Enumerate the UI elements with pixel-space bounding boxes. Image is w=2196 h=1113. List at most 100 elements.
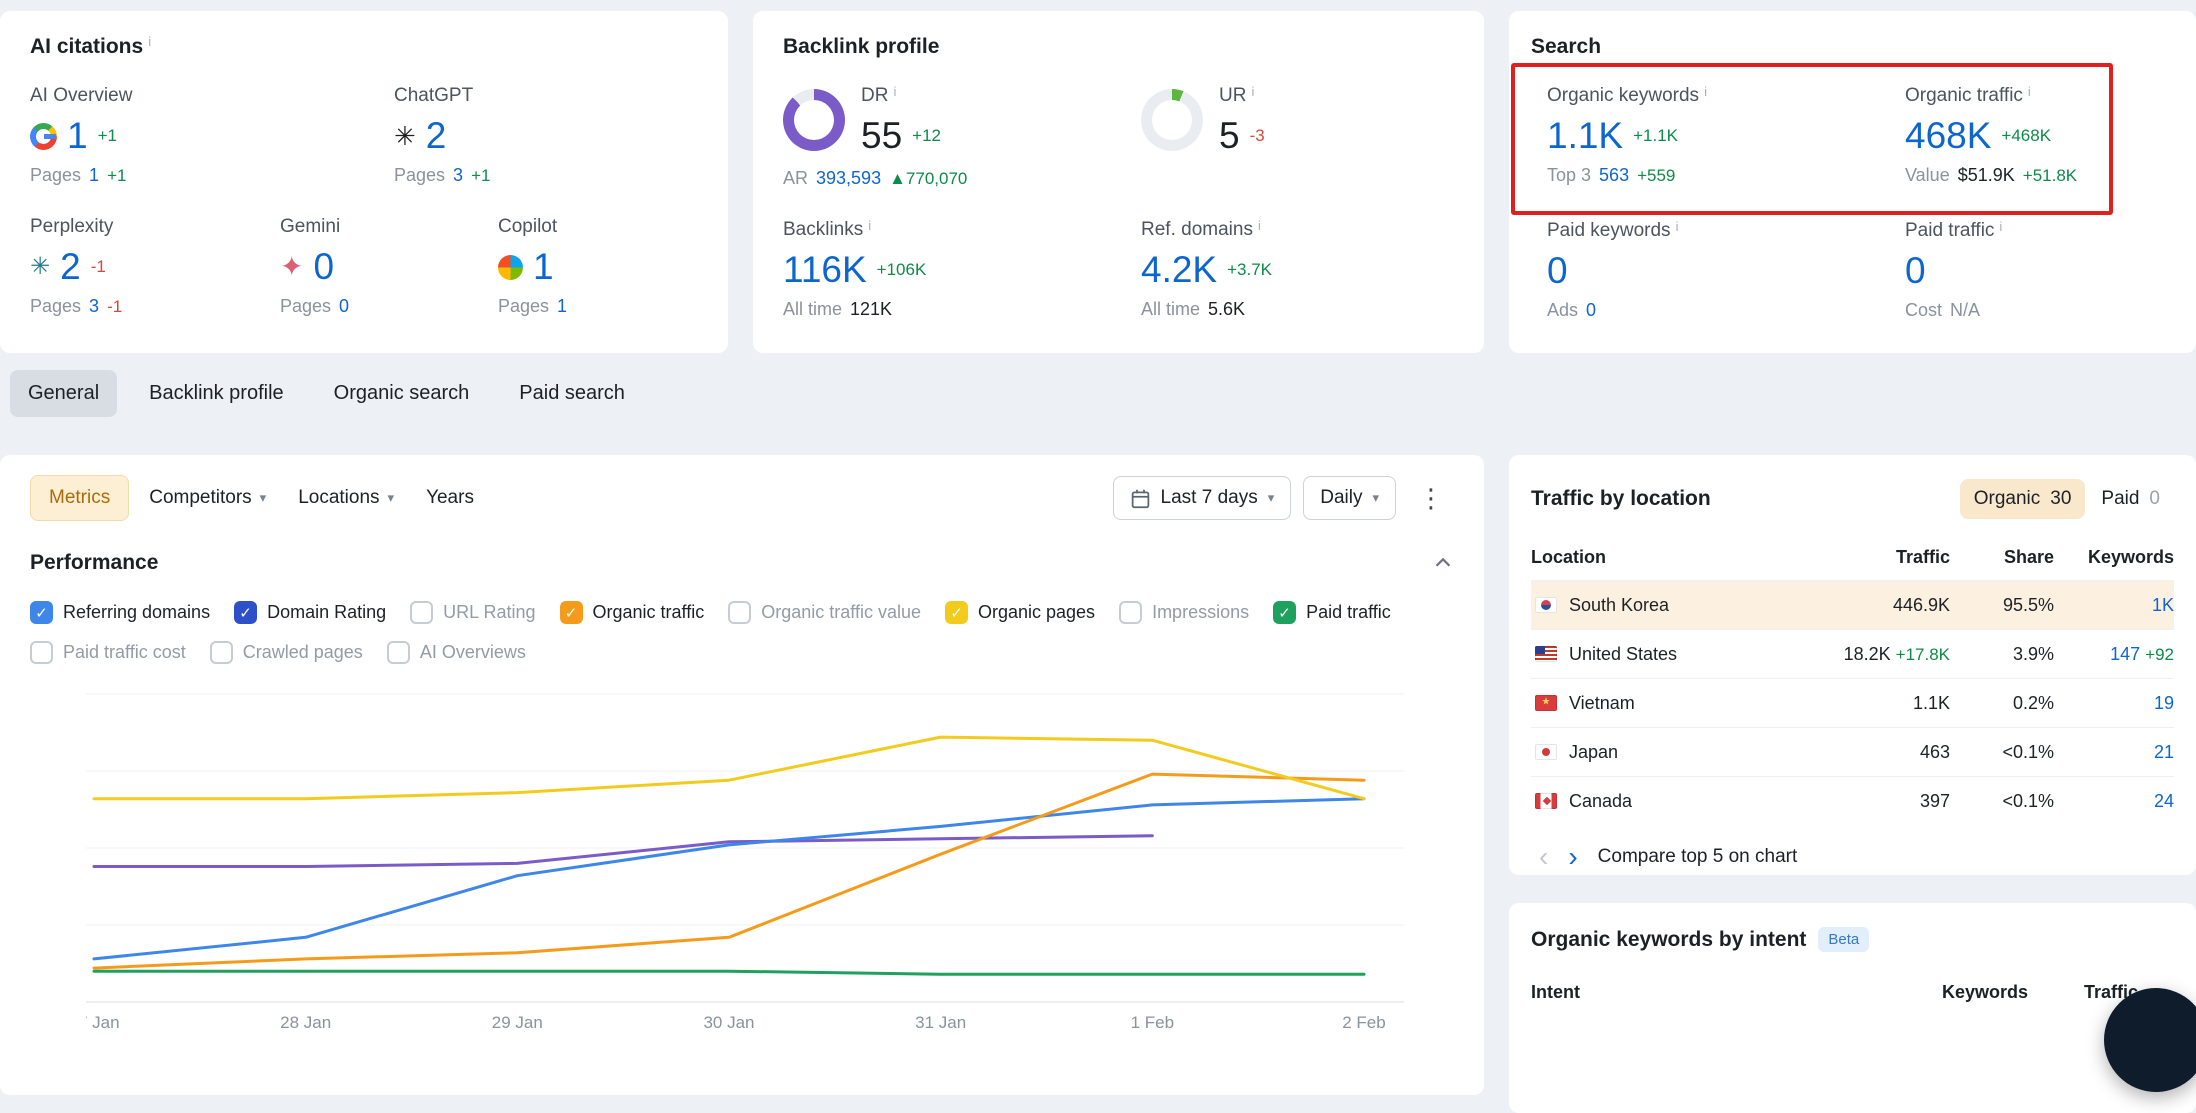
backlink-profile-title: Backlink profile [783, 35, 1454, 59]
info-icon[interactable]: i [1258, 219, 1261, 232]
organic-keywords-link[interactable]: 1.1K [1547, 117, 1623, 156]
tab-general[interactable]: General [10, 370, 117, 417]
share-value: 0.2% [1950, 693, 2054, 714]
competitors-dropdown[interactable]: Competitors ▾ [137, 476, 278, 520]
stat-delta: +1.1K [1633, 126, 1678, 146]
stat-copilot: Copilot 1 Pages 1 [498, 216, 698, 317]
metric-checkbox[interactable] [30, 641, 53, 664]
ads-value-link[interactable]: 0 [1586, 300, 1596, 321]
keywords-by-intent-title: Organic keywords by intent [1531, 928, 1806, 952]
info-icon[interactable]: i [1704, 85, 1707, 98]
metric-checkbox[interactable] [728, 601, 751, 624]
kebab-menu-icon[interactable]: ⋮ [1408, 479, 1454, 518]
metric-checkbox[interactable] [1273, 601, 1296, 624]
location-row[interactable]: United States 18.2K +17.8K 3.9% 147 +92 [1531, 629, 2174, 678]
info-icon[interactable]: i [2028, 85, 2031, 98]
metric-checkbox[interactable] [30, 601, 53, 624]
metric-toggle[interactable]: Organic traffic value [728, 601, 921, 624]
metrics-button[interactable]: Metrics [30, 475, 129, 521]
organic-traffic-link[interactable]: 468K [1905, 117, 1991, 156]
ai-citations-title: AI citations i [30, 35, 698, 59]
granularity-label: Daily [1320, 487, 1362, 509]
traffic-value: 446.9K [1760, 595, 1950, 616]
organic-toggle[interactable]: Organic 30 [1960, 479, 2086, 519]
chatgpt-count-link[interactable]: 2 [426, 117, 447, 156]
next-page-icon[interactable]: › [1568, 843, 1577, 871]
perplexity-count-link[interactable]: 2 [60, 248, 81, 287]
tab-organic-search[interactable]: Organic search [316, 370, 488, 417]
metric-toggle[interactable]: AI Overviews [387, 641, 526, 664]
metric-toggle[interactable]: Crawled pages [210, 641, 363, 664]
metric-toggle[interactable]: Organic pages [945, 601, 1095, 624]
location-name: Canada [1569, 791, 1632, 812]
pages-count-link[interactable]: 1 [557, 296, 567, 317]
metric-checkbox[interactable] [387, 641, 410, 664]
stat-domain-rating: DR i 55 +12 AR 393,593 ▲770,070 [783, 85, 1141, 189]
collapse-section-button[interactable] [1432, 552, 1454, 574]
metric-toggle[interactable]: Impressions [1119, 601, 1249, 624]
paid-traffic-link[interactable]: 0 [1905, 252, 1926, 291]
metric-toggle[interactable]: Paid traffic cost [30, 641, 186, 664]
metric-checkbox[interactable] [210, 641, 233, 664]
stat-delta: +3.7K [1227, 260, 1272, 280]
ar-value-link[interactable]: 393,593 [816, 168, 881, 189]
top3-value-link[interactable]: 563 [1599, 165, 1629, 186]
compare-top5-button[interactable]: Compare top 5 on chart [1598, 846, 1798, 868]
keywords-count-link[interactable]: 19 [2154, 693, 2174, 713]
chevron-down-icon: ▾ [1372, 490, 1379, 506]
info-icon[interactable]: i [1999, 220, 2002, 233]
stat-label: UR i [1219, 85, 1265, 107]
pages-count-link[interactable]: 3 [453, 165, 463, 186]
prev-page-icon[interactable]: ‹ [1539, 843, 1548, 871]
location-row[interactable]: Vietnam 1.1K 0.2% 19 [1531, 678, 2174, 727]
keywords-count-link[interactable]: 147 [2110, 644, 2140, 664]
location-row[interactable]: Japan 463 <0.1% 21 [1531, 727, 2174, 776]
keywords-count-link[interactable]: 21 [2154, 742, 2174, 762]
info-icon[interactable]: i [868, 219, 871, 232]
flag-japan-icon [1535, 744, 1557, 760]
metric-toggle[interactable]: Paid traffic [1273, 601, 1391, 624]
share-value: 3.9% [1950, 644, 2054, 665]
metric-toggle[interactable]: Organic traffic [560, 601, 705, 624]
metric-label: URL Rating [443, 602, 535, 623]
years-button[interactable]: Years [414, 476, 486, 520]
button-label: Years [426, 487, 474, 509]
metric-checkbox[interactable] [410, 601, 433, 624]
tab-paid-search[interactable]: Paid search [501, 370, 643, 417]
info-icon[interactable]: i [1251, 85, 1254, 98]
stat-url-rating: UR i 5 -3 [1141, 85, 1454, 189]
paid-toggle[interactable]: Paid 0 [2087, 479, 2174, 519]
gemini-count-link[interactable]: 0 [313, 248, 334, 287]
paid-keywords-link[interactable]: 0 [1547, 252, 1568, 291]
granularity-dropdown[interactable]: Daily ▾ [1303, 476, 1396, 520]
backlink-profile-card: Backlink profile DR i 55 +12 [753, 11, 1484, 353]
info-icon[interactable]: i [1676, 220, 1679, 233]
info-icon[interactable]: i [893, 85, 896, 98]
metric-toggle[interactable]: Referring domains [30, 601, 210, 624]
metric-checkbox[interactable] [945, 601, 968, 624]
location-row[interactable]: South Korea 446.9K 95.5% 1K [1531, 580, 2174, 629]
dropdown-label: Competitors [149, 487, 251, 509]
pages-count-link[interactable]: 1 [89, 165, 99, 186]
metric-checkbox[interactable] [234, 601, 257, 624]
ar-delta: ▲770,070 [889, 169, 967, 189]
pages-count-link[interactable]: 0 [339, 296, 349, 317]
metric-checkbox[interactable] [1119, 601, 1142, 624]
tab-backlink-profile[interactable]: Backlink profile [131, 370, 302, 417]
pages-count-link[interactable]: 3 [89, 296, 99, 317]
metric-checkbox[interactable] [560, 601, 583, 624]
copilot-count-link[interactable]: 1 [533, 248, 554, 287]
metric-toggle[interactable]: URL Rating [410, 601, 535, 624]
info-icon[interactable]: i [148, 35, 151, 48]
keywords-count-link[interactable]: 24 [2154, 791, 2174, 811]
backlinks-count-link[interactable]: 116K [783, 251, 867, 290]
metric-label: Referring domains [63, 602, 210, 623]
ai-overview-count-link[interactable]: 1 [67, 117, 88, 156]
location-row[interactable]: Canada 397 <0.1% 24 [1531, 776, 2174, 825]
ref-domains-count-link[interactable]: 4.2K [1141, 251, 1217, 290]
share-value: <0.1% [1950, 791, 2054, 812]
metric-toggle[interactable]: Domain Rating [234, 601, 386, 624]
locations-dropdown[interactable]: Locations ▾ [286, 476, 406, 520]
keywords-count-link[interactable]: 1K [2152, 595, 2174, 615]
date-range-picker[interactable]: Last 7 days ▾ [1113, 476, 1292, 520]
